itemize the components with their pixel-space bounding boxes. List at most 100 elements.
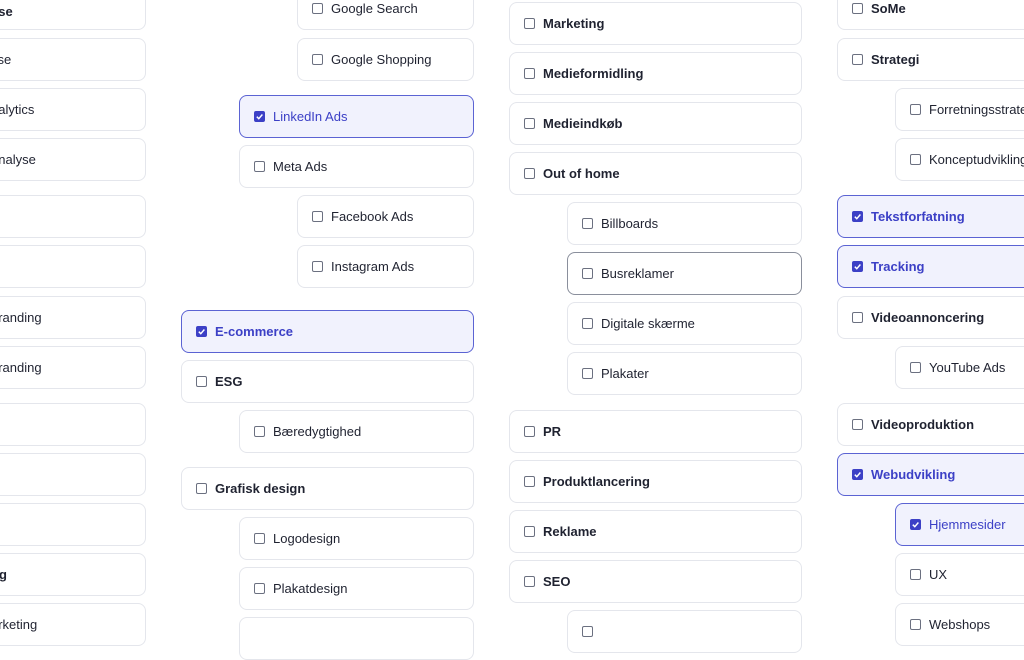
checkbox[interactable] [582,218,593,229]
checkbox[interactable] [524,18,535,29]
option-label: Google Search [331,1,418,16]
option-card[interactable]: Videoannoncering [837,296,1024,339]
checkbox[interactable] [852,419,863,430]
checkbox[interactable] [524,476,535,487]
checkbox[interactable] [524,118,535,129]
option-card[interactable]: Logodesign [239,517,474,560]
option-card[interactable]: Grafisk design [181,467,474,510]
option-card[interactable]: Hjemmesider [895,503,1024,546]
checkbox[interactable] [254,583,265,594]
checkbox[interactable] [312,3,323,14]
option-card[interactable]: SEO [509,560,802,603]
checkbox[interactable] [524,576,535,587]
checkbox[interactable] [524,526,535,537]
option-label: ng [0,567,7,582]
option-card[interactable]: Strategi [837,38,1024,81]
option-card[interactable]: Marketing [509,2,802,45]
option-card[interactable] [0,503,146,546]
option-card[interactable]: Google Shopping [297,38,474,81]
checkbox[interactable] [910,619,921,630]
option-card[interactable]: Meta Ads [239,145,474,188]
checkbox[interactable] [852,261,863,272]
option-card[interactable]: arketing [0,603,146,646]
option-card[interactable] [567,610,802,653]
option-card[interactable]: Produktlancering [509,460,802,503]
option-card[interactable]: Tracking [837,245,1024,288]
option-card[interactable]: Plakatdesign [239,567,474,610]
checkbox[interactable] [582,268,593,279]
checkbox[interactable] [196,376,207,387]
checkbox[interactable] [582,368,593,379]
option-label: yse [0,3,13,19]
checkbox[interactable] [196,483,207,494]
checkbox[interactable] [910,569,921,580]
checkbox[interactable] [582,318,593,329]
option-label: Konceptudvikling [929,152,1024,167]
option-card[interactable]: Google Search [297,0,474,30]
option-card[interactable]: Webudvikling [837,453,1024,496]
option-card[interactable]: Out of home [509,152,802,195]
option-card[interactable]: Billboards [567,202,802,245]
option-label: arketing [0,617,38,632]
option-card[interactable]: Tekstforfatning [837,195,1024,238]
option-card[interactable]: YouTube Ads [895,346,1024,389]
checkbox[interactable] [524,68,535,79]
option-label: Webudvikling [871,467,956,482]
option-card[interactable]: Bæredygtighed [239,410,474,453]
option-card[interactable]: Konceptudvikling [895,138,1024,181]
checkbox[interactable] [254,533,265,544]
checkbox[interactable] [254,111,265,122]
option-card[interactable]: Videoproduktion [837,403,1024,446]
option-card[interactable]: Digitale skærme [567,302,802,345]
option-card[interactable]: Busreklamer [567,252,802,295]
checkbox[interactable] [196,326,207,337]
checkbox[interactable] [852,469,863,480]
checkbox[interactable] [852,54,863,65]
checkbox[interactable] [312,54,323,65]
option-card[interactable]: nalytics [0,88,146,131]
option-card[interactable]: branding [0,346,146,389]
option-card[interactable]: n [0,453,146,496]
option-card[interactable] [0,403,146,446]
option-card[interactable]: PR [509,410,802,453]
option-card[interactable]: ng [0,553,146,596]
option-card[interactable]: Webshops [895,603,1024,646]
checkbox[interactable] [852,211,863,222]
option-card[interactable]: E-commerce [181,310,474,353]
option-card[interactable] [239,617,474,660]
option-label: Strategi [871,52,920,67]
option-card[interactable]: Facebook Ads [297,195,474,238]
checkbox[interactable] [312,211,323,222]
checkbox[interactable] [910,519,921,530]
checkbox[interactable] [910,154,921,165]
checkbox[interactable] [312,261,323,272]
checkbox[interactable] [910,362,921,373]
option-card[interactable] [0,195,146,238]
option-card[interactable]: LinkedIn Ads [239,95,474,138]
option-card[interactable]: Reklame [509,510,802,553]
checkbox[interactable] [852,3,863,14]
option-label: Grafisk design [215,481,306,496]
option-card[interactable]: SoMe [837,0,1024,30]
option-label: Videoproduktion [871,417,975,432]
option-card[interactable] [0,245,146,288]
option-card[interactable]: Instagram Ads [297,245,474,288]
option-card[interactable]: Medieformidling [509,52,802,95]
checkbox[interactable] [852,312,863,323]
checkbox[interactable] [910,104,921,115]
option-card[interactable]: UX [895,553,1024,596]
option-card[interactable]: ESG [181,360,474,403]
option-card[interactable]: analyse [0,138,146,181]
option-label: nalytics [0,102,35,117]
option-card[interactable]: yse [0,0,146,30]
checkbox[interactable] [524,168,535,179]
option-label: Medieindkøb [543,116,623,131]
option-card[interactable]: yse [0,38,146,81]
checkbox[interactable] [524,426,535,437]
option-card[interactable]: branding [0,296,146,339]
option-card[interactable]: Plakater [567,352,802,395]
checkbox[interactable] [254,161,265,172]
option-card[interactable]: Medieindkøb [509,102,802,145]
checkbox[interactable] [254,426,265,437]
option-card[interactable]: Forretningsstrate [895,88,1024,131]
